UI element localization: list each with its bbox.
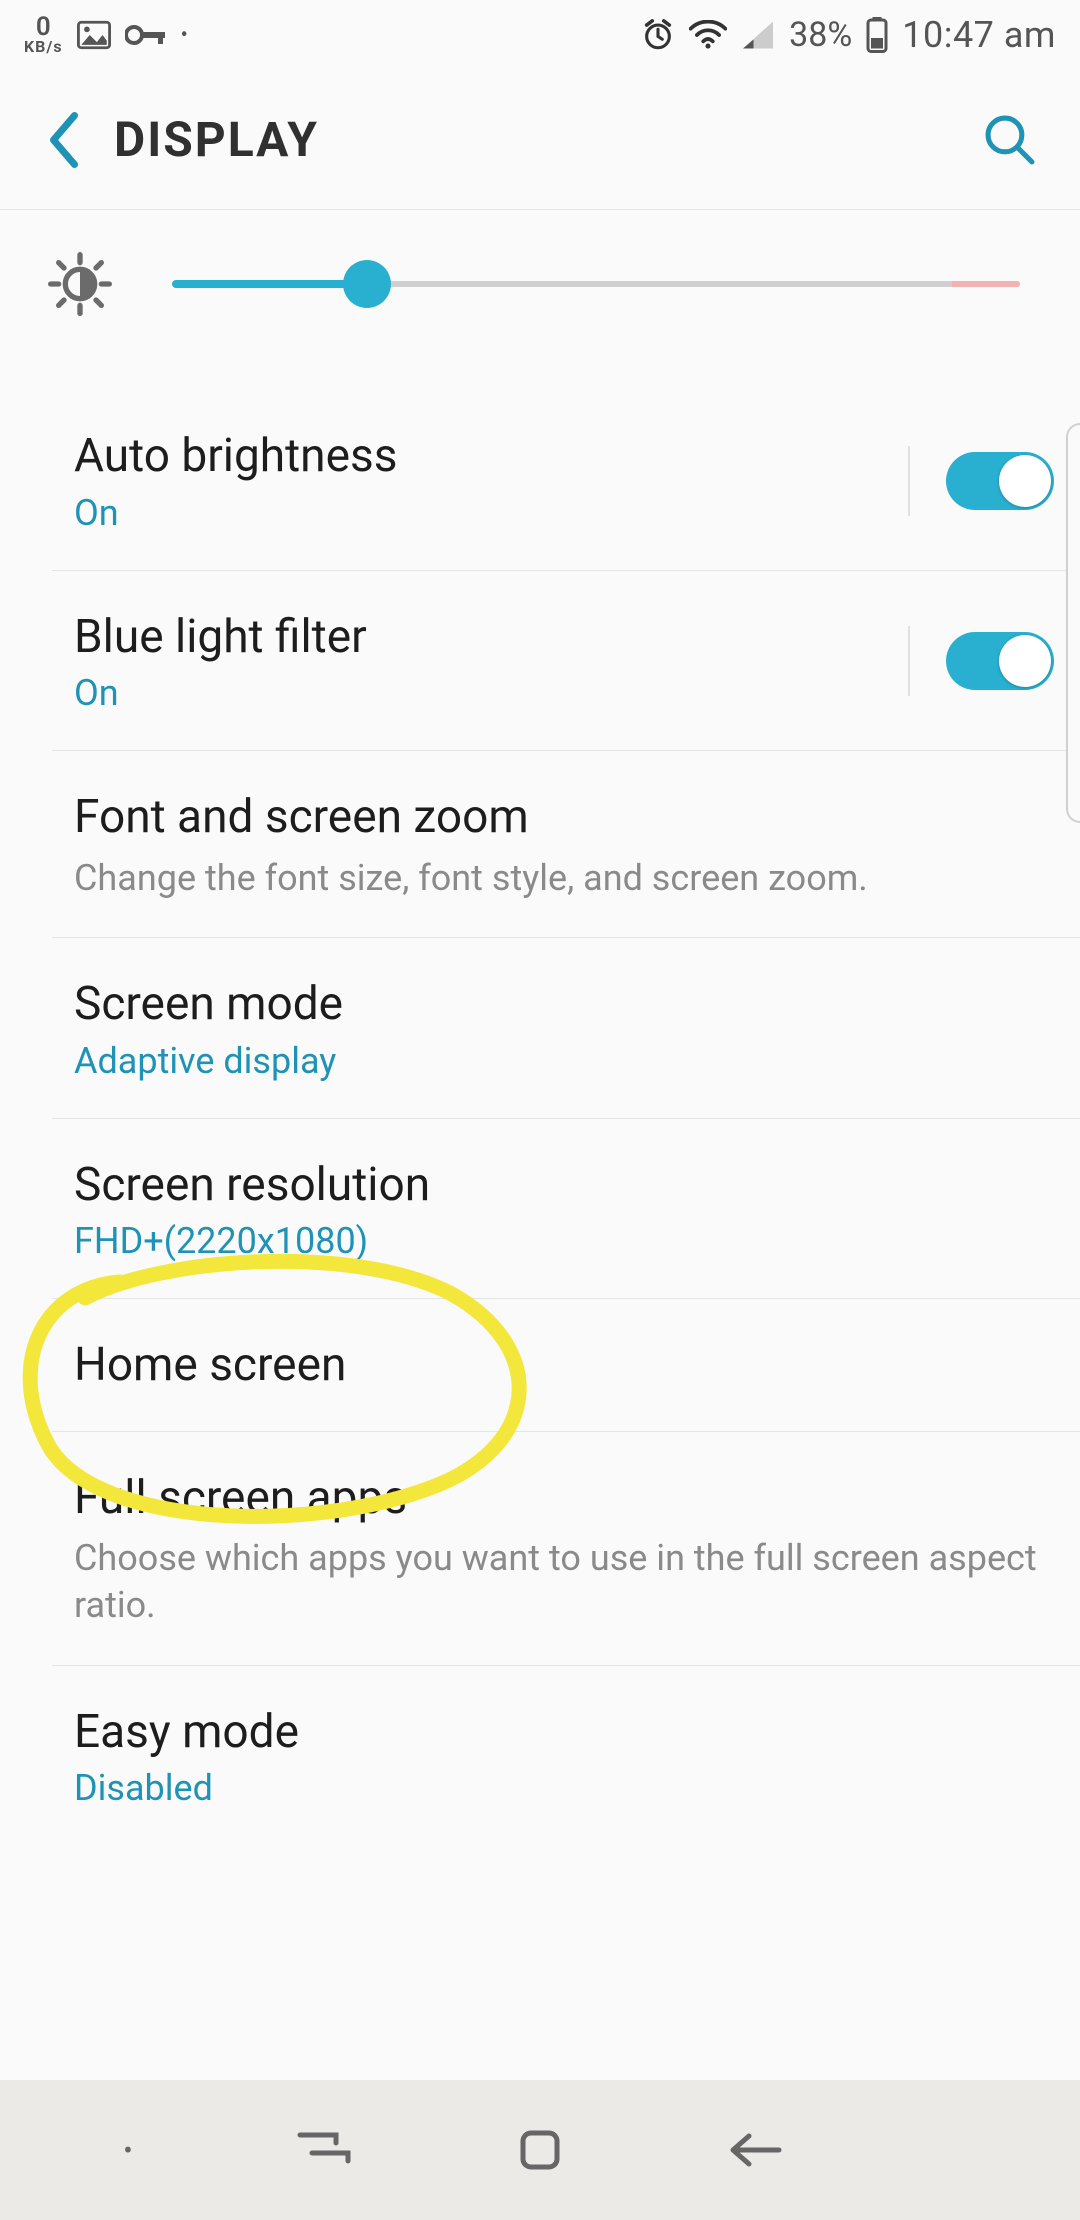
status-left-group: 0 KB/s •: [24, 16, 188, 54]
search-icon: [983, 113, 1037, 167]
item-font-and-zoom[interactable]: Font and screen zoom Change the font siz…: [52, 750, 1080, 937]
navigation-bar: •: [0, 2080, 1080, 2220]
slider-fill: [172, 280, 367, 288]
status-bar: 0 KB/s • 38% 10:47 am: [0, 0, 1080, 70]
auto-brightness-toggle[interactable]: [946, 452, 1054, 510]
data-rate-indicator: 0 KB/s: [24, 16, 63, 54]
app-bar: DISPLAY: [0, 70, 1080, 210]
item-status: On: [74, 492, 888, 534]
chevron-left-icon: [44, 112, 84, 168]
item-screen-resolution[interactable]: Screen resolution FHD+(2220x1080): [52, 1118, 1080, 1299]
image-icon: [77, 20, 111, 50]
item-home-screen[interactable]: Home screen: [52, 1298, 1080, 1431]
item-title: Font and screen zoom: [74, 789, 1054, 847]
item-title: Screen mode: [74, 976, 1054, 1034]
slider-thumb[interactable]: [343, 260, 391, 308]
item-auto-brightness[interactable]: Auto brightness On: [52, 358, 1080, 570]
item-title: Full screen apps: [74, 1470, 1054, 1528]
item-title: Blue light filter: [74, 609, 888, 667]
item-status: Disabled: [74, 1767, 1054, 1809]
signal-icon: [741, 20, 775, 50]
item-screen-mode[interactable]: Screen mode Adaptive display: [52, 937, 1080, 1118]
item-description: Change the font size, font style, and sc…: [74, 855, 1054, 902]
item-full-screen-apps[interactable]: Full screen apps Choose which apps you w…: [52, 1431, 1080, 1665]
slider-track-warning: [952, 281, 1020, 287]
item-title: Home screen: [74, 1337, 1054, 1395]
battery-icon: [866, 17, 888, 53]
main-content[interactable]: Auto brightness On Blue light filter On …: [0, 210, 1080, 2080]
data-rate-value: 0: [36, 16, 51, 39]
brightness-row: [0, 210, 1080, 358]
alarm-icon: [641, 18, 675, 52]
brightness-icon: [48, 252, 112, 316]
edge-panel-handle[interactable]: [1066, 423, 1080, 823]
item-status: On: [74, 672, 888, 714]
item-title: Auto brightness: [74, 428, 888, 486]
item-title: Easy mode: [74, 1704, 1054, 1762]
item-status: Adaptive display: [74, 1040, 1054, 1082]
recents-button[interactable]: [274, 2110, 374, 2190]
item-title: Screen resolution: [74, 1157, 1054, 1215]
nav-back-button[interactable]: [706, 2110, 806, 2190]
clock-text: 10:47 am: [902, 14, 1056, 56]
toggle-separator: [908, 626, 910, 696]
status-right-group: 38% 10:47 am: [641, 14, 1056, 56]
home-button[interactable]: [490, 2110, 590, 2190]
nav-dot-icon: •: [98, 2134, 158, 2167]
back-arrow-icon: [727, 2129, 785, 2171]
item-status: FHD+(2220x1080): [74, 1220, 1054, 1262]
toggle-separator: [908, 446, 910, 516]
wifi-icon: [689, 20, 727, 50]
vpn-key-icon: [125, 24, 167, 46]
item-blue-light-filter[interactable]: Blue light filter On: [52, 570, 1080, 751]
blue-light-toggle[interactable]: [946, 632, 1054, 690]
search-button[interactable]: [970, 100, 1050, 180]
battery-percentage: 38%: [789, 15, 852, 55]
item-easy-mode[interactable]: Easy mode Disabled: [52, 1665, 1080, 1820]
item-description: Choose which apps you want to use in the…: [74, 1535, 1054, 1629]
dot-icon: •: [181, 23, 188, 48]
back-button[interactable]: [14, 90, 114, 190]
settings-list: Auto brightness On Blue light filter On …: [52, 358, 1080, 1819]
data-rate-unit: KB/s: [24, 40, 63, 54]
brightness-slider[interactable]: [172, 264, 1020, 304]
recents-icon: [294, 2129, 354, 2171]
page-title: DISPLAY: [114, 111, 319, 168]
home-icon: [515, 2125, 565, 2175]
